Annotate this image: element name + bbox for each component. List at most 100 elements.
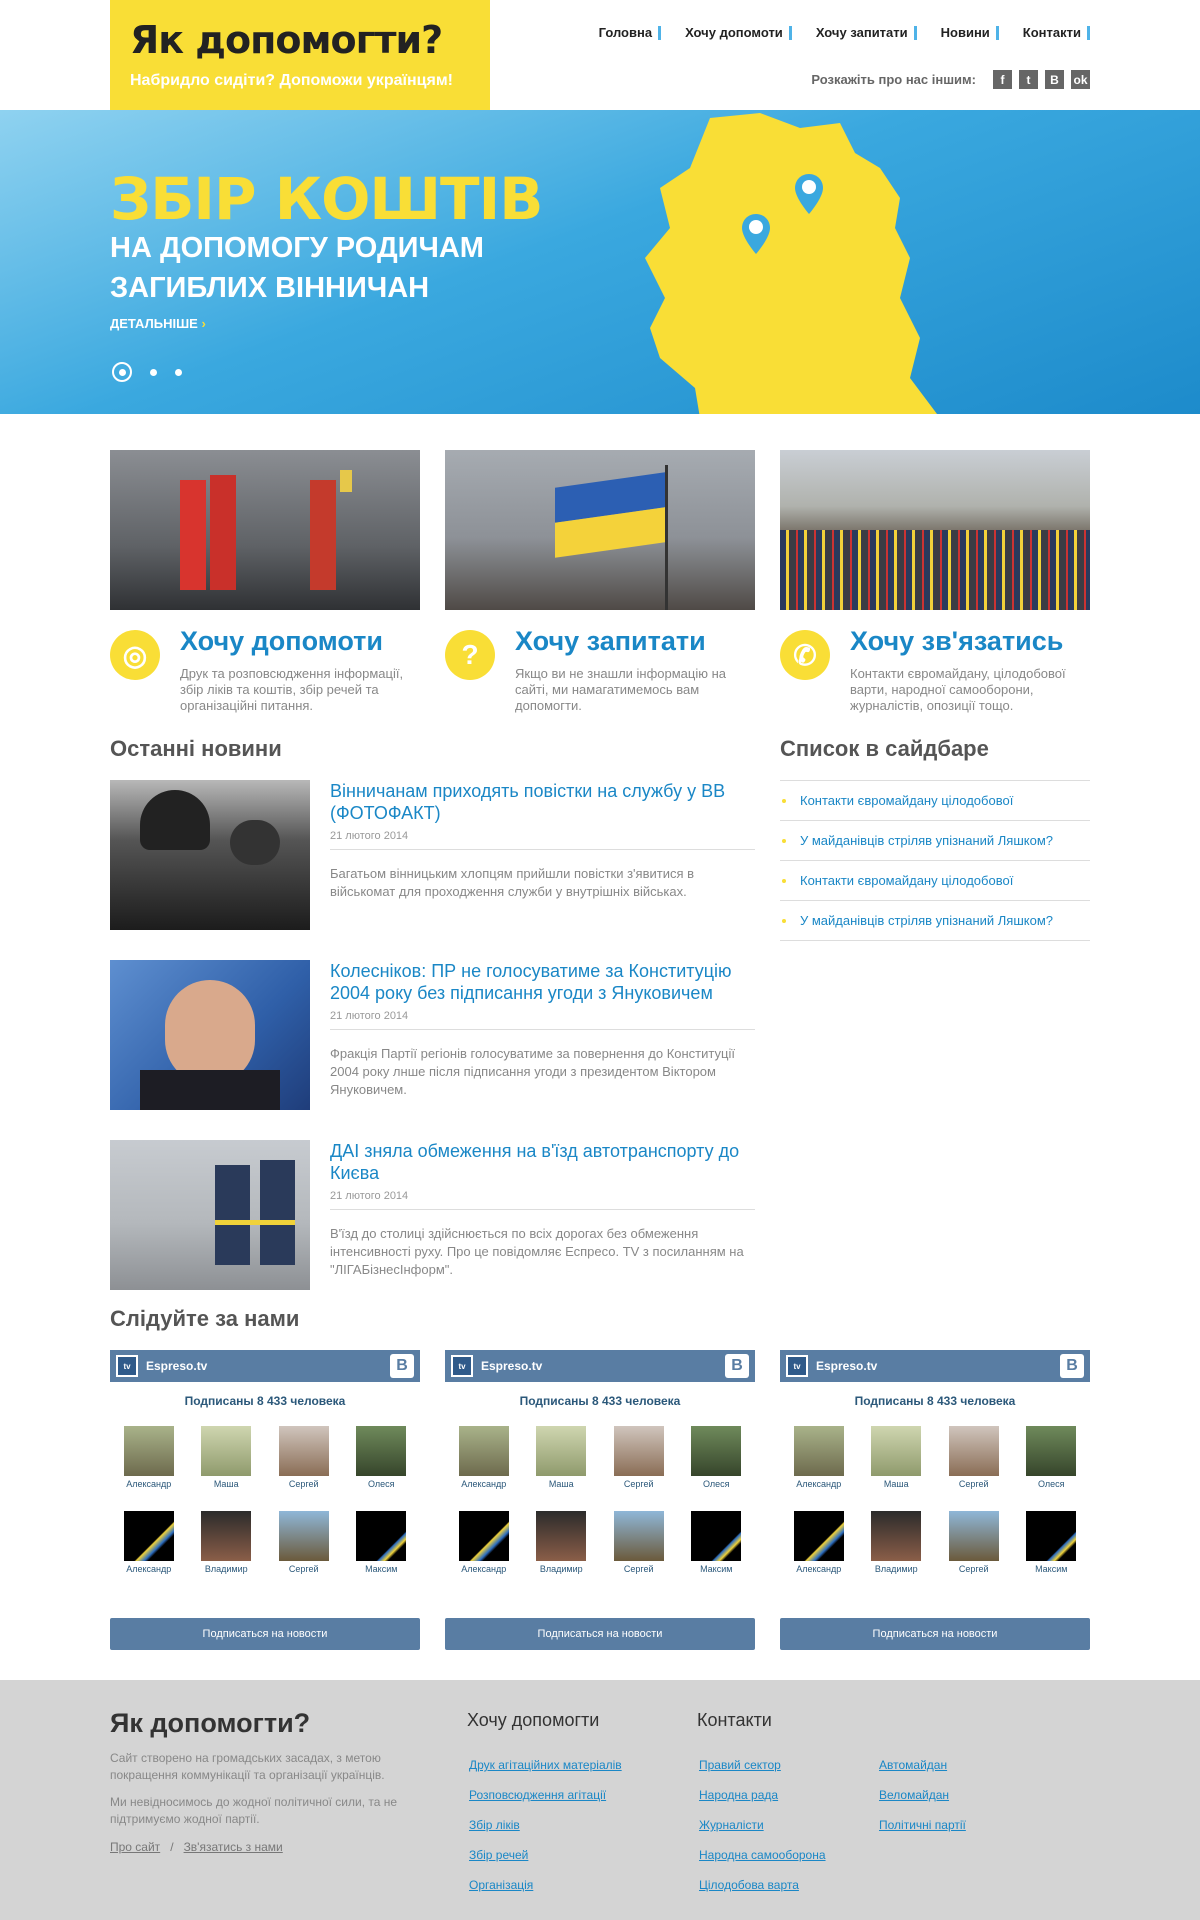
facebook-icon[interactable]: f [993, 70, 1012, 89]
avatar [458, 1511, 509, 1561]
feature-help: ◎ Хочу допомоти Друк та розповсюдження і… [110, 450, 420, 713]
site-header: Як допомогти? Набридло сидіти? Допоможи … [0, 0, 1200, 110]
feature-title[interactable]: Хочу запитати [515, 626, 706, 657]
vk-group-name[interactable]: Espreso.tv [146, 1359, 207, 1373]
feature-title[interactable]: Хочу зв'язатись [850, 626, 1063, 657]
subscribe-button[interactable]: Подписаться на новости [780, 1618, 1090, 1650]
vk-user[interactable]: Владимир [858, 1511, 936, 1574]
share-label: Розкажіть про нас іншим: [811, 72, 976, 87]
hero-slider: ЗБІР КОШТІВ НА ДОПОМОГУ РОДИЧАМ ЗАГИБЛИХ… [0, 110, 1200, 414]
footer-link[interactable]: Збір речей [469, 1848, 622, 1878]
avatar [536, 1426, 587, 1476]
vk-user[interactable]: Олеся [343, 1426, 421, 1489]
footer-link[interactable]: Збір ліків [469, 1818, 622, 1848]
footer-link[interactable]: Друк агітаційних матеріалів [469, 1758, 622, 1788]
vk-user[interactable]: Сергей [265, 1426, 343, 1489]
vk-logo-icon: B [390, 1354, 414, 1378]
slider-dot[interactable] [150, 368, 157, 376]
espreso-logo: tv [786, 1355, 808, 1377]
vk-user[interactable]: Максим [678, 1511, 756, 1574]
footer-link[interactable]: Автомайдан [879, 1758, 966, 1788]
odnoklassniki-icon[interactable]: ok [1071, 70, 1090, 89]
vk-user-name: Владимир [874, 1564, 918, 1574]
vk-user[interactable]: Маша [188, 1426, 266, 1489]
avatar [1026, 1511, 1077, 1561]
subscribe-button[interactable]: Подписаться на новости [445, 1618, 755, 1650]
feature-title[interactable]: Хочу допомоти [180, 626, 383, 657]
feature-ask: ? Хочу запитати Якщо ви не знашли інформ… [445, 450, 755, 713]
vk-user-grid: Александр Маша Сергей Олеся Александр Владими… [445, 1426, 755, 1574]
feature-image[interactable] [110, 450, 420, 610]
news-title[interactable]: Вінничанам приходять повістки на службу … [330, 780, 750, 824]
footer-link[interactable]: Правий сектор [699, 1758, 826, 1788]
vk-user[interactable]: Маша [858, 1426, 936, 1489]
feature-image[interactable] [445, 450, 755, 610]
avatar [948, 1426, 999, 1476]
sidebar-item[interactable]: У майданівців стріляв упізнаний Ляшком? [780, 901, 1090, 941]
vk-user-name: Сергей [958, 1479, 989, 1489]
footer-contacts-title: Контакти [697, 1710, 772, 1730]
vk-user[interactable]: Максим [1013, 1511, 1091, 1574]
nav-home[interactable]: Головна [599, 26, 662, 40]
vk-user[interactable]: Сергей [935, 1426, 1013, 1489]
footer-link[interactable]: Розповсюдження агітації [469, 1788, 622, 1818]
vk-user[interactable]: Сергей [265, 1511, 343, 1574]
slider-dot[interactable] [112, 362, 132, 382]
news-image[interactable] [110, 1140, 310, 1290]
footer-text: Ми невідносимось до жодної політичної си… [110, 1795, 398, 1826]
vk-user[interactable]: Маша [523, 1426, 601, 1489]
sidebar-title: Список в сайдбаре [780, 736, 989, 761]
vk-group-name[interactable]: Espreso.tv [816, 1359, 877, 1373]
vk-user[interactable]: Владимир [523, 1511, 601, 1574]
vk-icon[interactable]: B [1045, 70, 1064, 89]
nav-ask[interactable]: Хочу запитати [816, 26, 917, 40]
vk-user[interactable]: Сергей [600, 1511, 678, 1574]
footer-link[interactable]: Веломайдан [879, 1788, 966, 1818]
logo[interactable]: Як допомогти? Набридло сидіти? Допоможи … [110, 0, 490, 110]
vk-user[interactable]: Александр [445, 1511, 523, 1574]
feature-image[interactable] [780, 450, 1090, 610]
vk-user[interactable]: Владимир [188, 1511, 266, 1574]
footer-link[interactable]: Цілодобова варта [699, 1878, 826, 1908]
vk-user[interactable]: Максим [343, 1511, 421, 1574]
sidebar-item[interactable]: Контакти євромайдану цілодобової [780, 781, 1090, 821]
news-image[interactable] [110, 960, 310, 1110]
nav-contacts[interactable]: Контакти [1023, 26, 1090, 40]
vk-user[interactable]: Александр [110, 1426, 188, 1489]
news-title[interactable]: Колесніков: ПР не голосуватиме за Консти… [330, 960, 750, 1004]
vk-user[interactable]: Олеся [678, 1426, 756, 1489]
footer-link[interactable]: Організація [469, 1878, 622, 1908]
vk-logo-icon: B [725, 1354, 749, 1378]
vk-user[interactable]: Сергей [600, 1426, 678, 1489]
footer-link[interactable]: Політичні партії [879, 1818, 966, 1848]
footer-link[interactable]: Журналісти [699, 1818, 826, 1848]
slider-dot[interactable] [175, 368, 182, 376]
vk-user[interactable]: Александр [780, 1511, 858, 1574]
vk-group-name[interactable]: Espreso.tv [481, 1359, 542, 1373]
map-pin-icon[interactable] [742, 214, 770, 254]
avatar [613, 1511, 664, 1561]
vk-user[interactable]: Александр [445, 1426, 523, 1489]
about-link[interactable]: Про сайт [110, 1840, 160, 1854]
divider [330, 1209, 755, 1210]
vk-user[interactable]: Сергей [935, 1511, 1013, 1574]
contact-link[interactable]: Зв'язатись з нами [184, 1840, 283, 1854]
news-title[interactable]: ДАІ зняла обмеження на в'їзд автотранспо… [330, 1140, 750, 1184]
vk-user[interactable]: Олеся [1013, 1426, 1091, 1489]
map-pin-icon[interactable] [795, 174, 823, 214]
hero-more-link[interactable]: ДЕТАЛЬНІШЕ › [110, 316, 206, 331]
footer-link[interactable]: Народна самооборона [699, 1848, 826, 1878]
footer-link[interactable]: Народна рада [699, 1788, 826, 1818]
vk-user-grid: Александр Маша Сергей Олеся Александр Владими… [780, 1426, 1090, 1574]
vk-user[interactable]: Александр [110, 1511, 188, 1574]
vk-user-name: Маша [548, 1479, 574, 1489]
news-image[interactable] [110, 780, 310, 930]
subscribe-button[interactable]: Подписаться на новости [110, 1618, 420, 1650]
nav-news[interactable]: Новини [941, 26, 999, 40]
twitter-icon[interactable]: t [1019, 70, 1038, 89]
sidebar-item[interactable]: У майданівців стріляв упізнаний Ляшком? [780, 821, 1090, 861]
nav-help[interactable]: Хочу допомоти [685, 26, 792, 40]
main-nav: Головна Хочу допомоти Хочу запитати Нови… [575, 26, 1090, 40]
vk-user[interactable]: Александр [780, 1426, 858, 1489]
sidebar-item[interactable]: Контакти євромайдану цілодобової [780, 861, 1090, 901]
